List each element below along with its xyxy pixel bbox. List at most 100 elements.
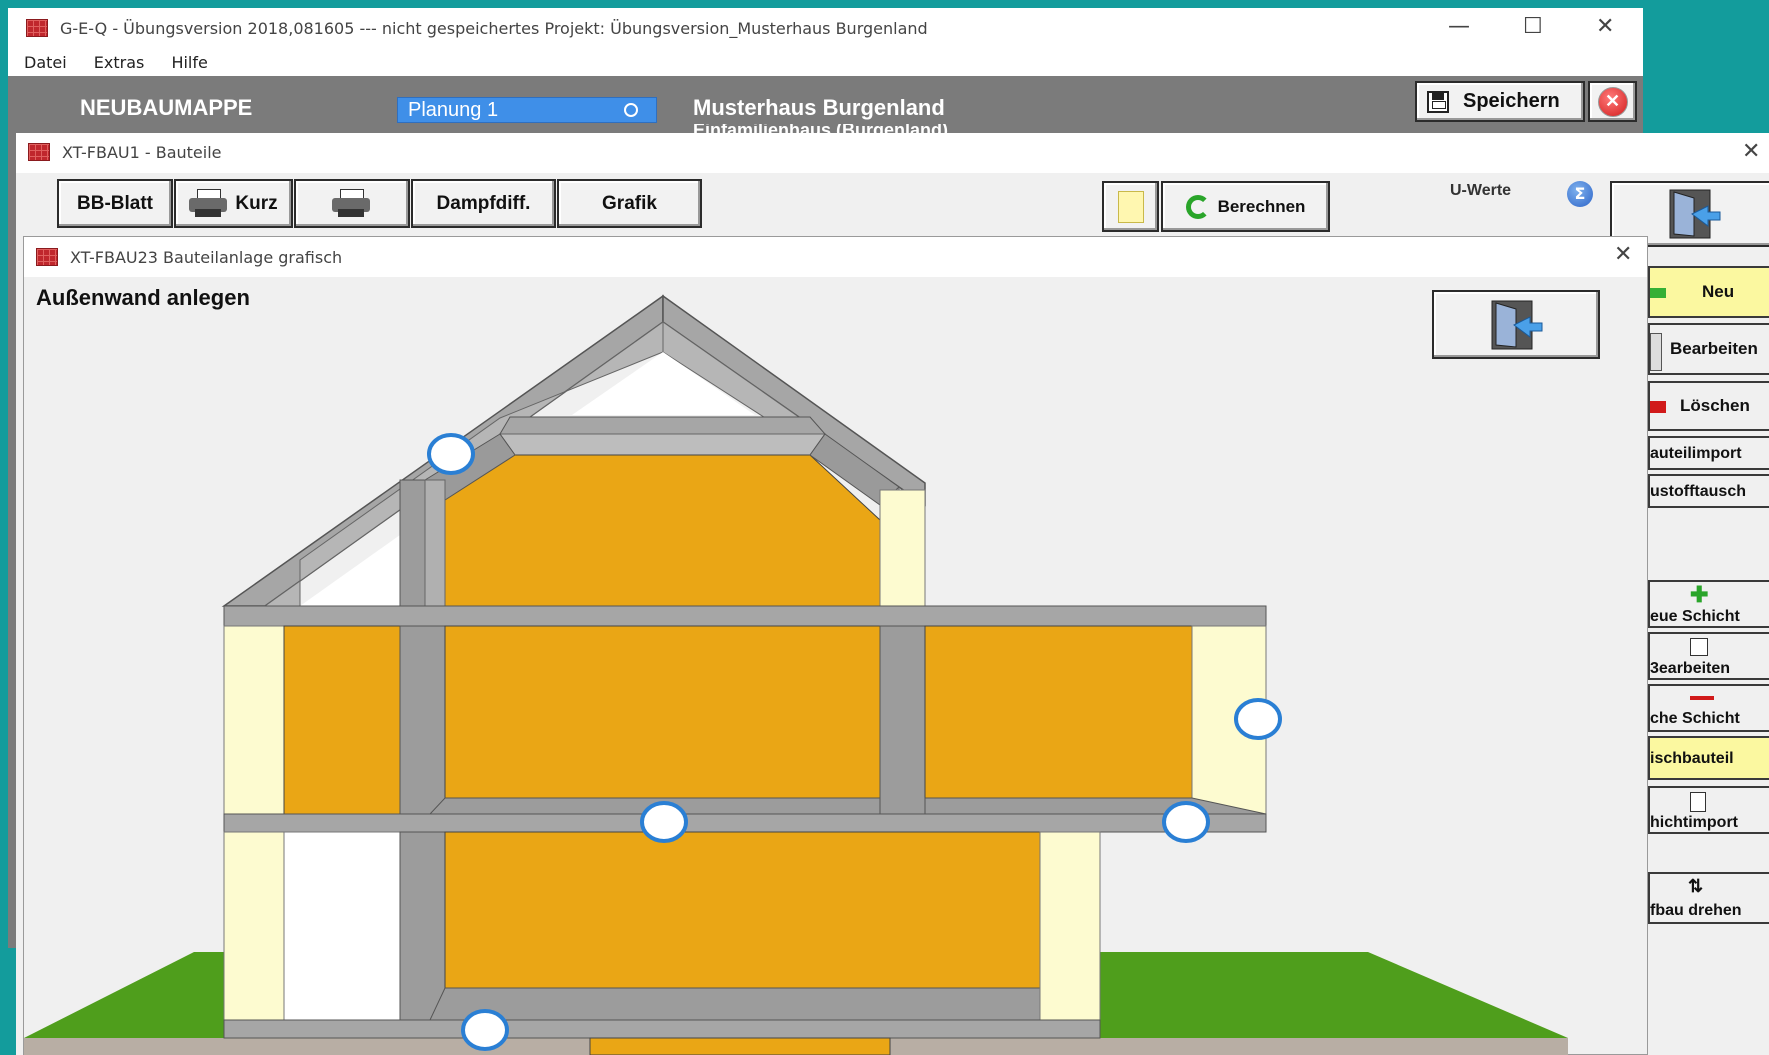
main-menubar: Datei Extras Hilfe xyxy=(8,50,1643,76)
column-mid-2 xyxy=(879,625,926,815)
slab-ground xyxy=(223,1019,1101,1039)
app-brick-icon xyxy=(36,248,58,266)
collar-beam xyxy=(499,416,827,435)
schichtimport-button[interactable]: hichtimport xyxy=(1648,786,1769,834)
slab-upper xyxy=(223,605,1267,627)
loesche-schicht-label: che Schicht xyxy=(1650,710,1740,727)
neu-green-icon xyxy=(1650,288,1666,298)
collar-beam-under xyxy=(499,433,826,456)
room-ground-left-void xyxy=(283,831,401,1021)
menu-extras[interactable]: Extras xyxy=(94,53,145,72)
flip-arrows-icon: ⇅ xyxy=(1688,876,1704,896)
grafik-label: Grafik xyxy=(602,192,657,214)
delete-red-icon xyxy=(1650,401,1666,413)
loeschen-label: Löschen xyxy=(1680,396,1750,415)
schicht-bearbeiten-label: 3earbeiten xyxy=(1650,660,1731,677)
sigma-icon[interactable]: Σ xyxy=(1567,181,1593,207)
loeschen-button[interactable]: Löschen xyxy=(1648,381,1769,431)
save-button[interactable]: Speichern xyxy=(1415,81,1585,122)
bb-blatt-button[interactable]: BB-Blatt xyxy=(57,179,173,228)
planung-value: Planung 1 xyxy=(408,99,499,121)
minimize-icon[interactable]: — xyxy=(1448,14,1470,39)
marker-ground-slab[interactable] xyxy=(461,1009,509,1051)
basement-hint xyxy=(589,1037,891,1055)
app-brick-icon xyxy=(28,143,50,161)
note-icon xyxy=(1117,190,1144,223)
grafik-title: XT-FBAU23 Bauteilanlage grafisch xyxy=(70,248,343,267)
column-mid-1 xyxy=(399,625,446,815)
baustofftausch-label: ustofftausch xyxy=(1650,483,1746,500)
bauteilimport-label: auteilimport xyxy=(1650,445,1742,462)
aufbau-drehen-button[interactable]: ⇅ fbau drehen xyxy=(1648,872,1769,924)
wall-mid-left-cream xyxy=(223,625,285,815)
planung-radio-icon xyxy=(624,103,638,117)
marker-slab-right[interactable] xyxy=(1162,801,1210,843)
room-ground-floor xyxy=(429,987,1061,1021)
wall-top-right-cream xyxy=(879,489,926,607)
marker-slab-middle[interactable] xyxy=(640,801,688,843)
minus-red-icon xyxy=(1690,696,1714,700)
bauteile-close-icon[interactable]: ✕ xyxy=(1742,139,1760,164)
edit-icon xyxy=(1650,333,1662,371)
aufbau-drehen-label: fbau drehen xyxy=(1650,902,1742,919)
dampfdiff-label: Dampfdiff. xyxy=(436,192,531,214)
u-werte-label: U-Werte xyxy=(1450,182,1512,199)
slab-lower xyxy=(223,813,1267,833)
schichtimport-label: hichtimport xyxy=(1650,814,1738,831)
close-red-icon: ✕ xyxy=(1597,86,1628,117)
berechnen-label: Berechnen xyxy=(1217,196,1306,216)
note-button[interactable] xyxy=(1102,181,1159,232)
save-label: Speichern xyxy=(1463,90,1560,112)
maximize-icon[interactable]: ☐ xyxy=(1523,14,1543,39)
grafik-titlebar: XT-FBAU23 Bauteilanlage grafisch ✕ xyxy=(24,237,1647,277)
wall-ground-left-cream xyxy=(223,831,285,1021)
schicht-bearbeiten-button[interactable]: 3earbeiten xyxy=(1648,632,1769,680)
bauteile-titlebar: XT-FBAU1 - Bauteile ✕ xyxy=(16,133,1769,173)
doc-icon xyxy=(1690,792,1706,812)
bauteile-title: XT-FBAU1 - Bauteile xyxy=(62,143,222,162)
bb-blatt-label: BB-Blatt xyxy=(77,192,153,214)
main-titlebar: G-E-Q - Übungsversion 2018,081605 --- ni… xyxy=(8,8,1643,50)
bauteilimport-button[interactable]: auteilimport xyxy=(1648,436,1769,470)
neu-button[interactable]: Neu xyxy=(1648,266,1769,318)
door-exit-icon xyxy=(1669,189,1720,239)
column-ground-1 xyxy=(399,831,446,1021)
main-window-title: G-E-Q - Übungsversion 2018,081605 --- ni… xyxy=(60,19,928,38)
menu-datei[interactable]: Datei xyxy=(24,53,67,72)
wall-ground-right-cream xyxy=(1039,831,1101,1021)
house-graphic xyxy=(24,294,1568,1055)
project-name: Musterhaus Burgenland xyxy=(693,95,945,120)
close-red-button[interactable]: ✕ xyxy=(1588,81,1637,122)
refresh-arrow-icon xyxy=(1185,194,1210,219)
room-mid-left xyxy=(283,625,401,815)
kurz-label: Kurz xyxy=(235,192,278,214)
section-label: NEUBAUMAPPE xyxy=(80,95,253,120)
marker-right-wall[interactable] xyxy=(1234,698,1282,740)
berechnen-button[interactable]: Berechnen xyxy=(1161,181,1330,232)
neue-schicht-label: eue Schicht xyxy=(1650,608,1740,625)
close-icon[interactable]: ✕ xyxy=(1596,14,1614,39)
grafik-button[interactable]: Grafik xyxy=(557,179,702,228)
plus-green-icon: ✚ xyxy=(1690,582,1709,607)
room-top-insulation xyxy=(444,454,881,607)
baustofftausch-button[interactable]: ustofftausch xyxy=(1648,474,1769,508)
pencil-icon xyxy=(1690,638,1708,656)
column-top-left-inner xyxy=(424,479,446,607)
grafik-close-icon[interactable]: ✕ xyxy=(1614,242,1632,267)
planung-select[interactable]: Planung 1 xyxy=(397,97,657,123)
menu-hilfe[interactable]: Hilfe xyxy=(171,53,207,72)
mischbauteil-button[interactable]: ischbauteil xyxy=(1648,736,1769,780)
bearbeiten-button[interactable]: Bearbeiten xyxy=(1648,323,1769,375)
app-brick-icon xyxy=(26,19,48,37)
neue-schicht-button[interactable]: ✚ eue Schicht xyxy=(1648,580,1769,628)
printer-icon xyxy=(332,188,372,219)
printer-icon xyxy=(189,188,229,219)
loesche-schicht-button[interactable]: che Schicht xyxy=(1648,684,1769,732)
room-ground-center xyxy=(444,831,1041,989)
save-disk-icon xyxy=(1427,90,1449,113)
print-button[interactable] xyxy=(294,179,410,228)
bearbeiten-label: Bearbeiten xyxy=(1670,339,1758,358)
dampfdiff-button[interactable]: Dampfdiff. xyxy=(411,179,556,228)
marker-roof[interactable] xyxy=(427,433,475,475)
kurz-button[interactable]: Kurz xyxy=(174,179,293,228)
